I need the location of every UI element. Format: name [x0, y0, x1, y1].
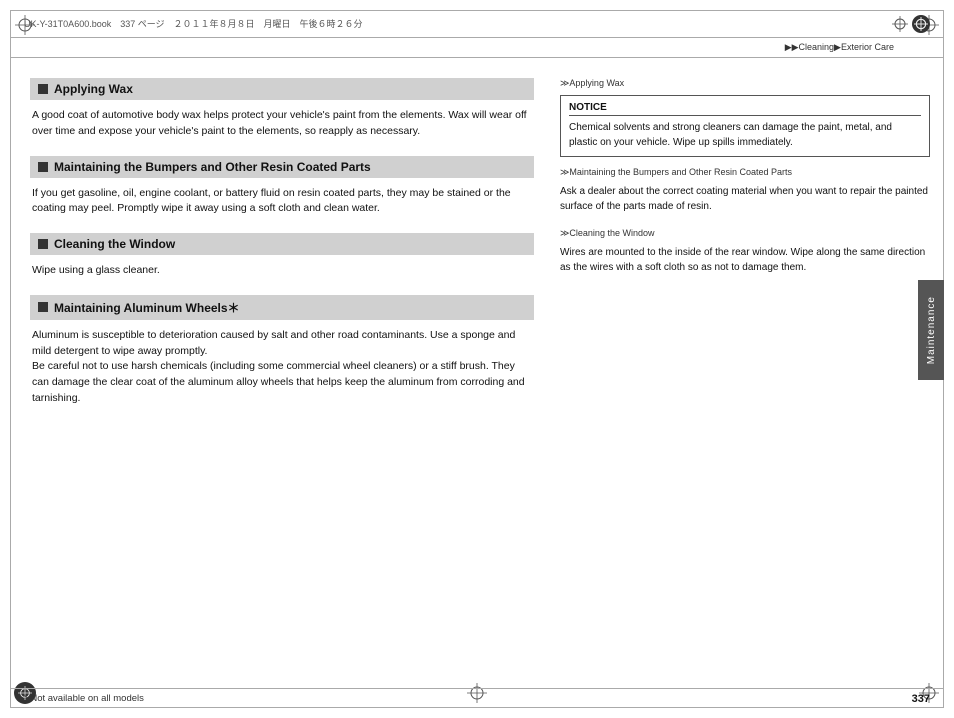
right-cleaning-window-body: Wires are mounted to the inside of the r…	[560, 245, 930, 275]
section-icon	[38, 162, 48, 172]
main-content: Applying Wax A good coat of automotive b…	[10, 58, 944, 688]
notice-box: NOTICE Chemical solvents and strong clea…	[560, 95, 930, 157]
right-maintaining-bumpers-label: ≫Maintaining the Bumpers and Other Resin…	[560, 167, 930, 178]
top-header: UK-Y-31T0A600.book 337 ページ ２０１１年８月８日 月曜日…	[10, 10, 944, 38]
maintaining-aluminum-header: Maintaining Aluminum Wheels＊	[30, 295, 534, 320]
notice-title: NOTICE	[569, 102, 921, 116]
side-tab-label: Maintenance	[926, 296, 937, 364]
section-icon	[38, 302, 48, 312]
section-icon	[38, 84, 48, 94]
applying-wax-header: Applying Wax	[30, 78, 534, 100]
right-maintaining-bumpers-body: Ask a dealer about the correct coating m…	[560, 184, 930, 214]
section-icon	[38, 239, 48, 249]
breadcrumb: ▶▶Cleaning▶Exterior Care	[10, 38, 944, 58]
side-tab-maintenance: Maintenance	[918, 280, 944, 380]
right-applying-wax-label: ≫Applying Wax	[560, 78, 930, 89]
page-number: 337	[912, 693, 930, 705]
right-cleaning-window-label: ≫Cleaning the Window	[560, 228, 930, 239]
file-info: UK-Y-31T0A600.book 337 ページ ２０１１年８月８日 月曜日…	[24, 17, 363, 30]
cleaning-window-title: Cleaning the Window	[54, 237, 175, 251]
notice-body: Chemical solvents and strong cleaners ca…	[569, 120, 921, 150]
maintaining-bumpers-header: Maintaining the Bumpers and Other Resin …	[30, 156, 534, 178]
maintaining-bumpers-title: Maintaining the Bumpers and Other Resin …	[54, 160, 371, 174]
right-column: ≫Applying Wax NOTICE Chemical solvents a…	[550, 58, 944, 688]
header-right-decor	[892, 15, 930, 33]
applying-wax-body: A good coat of automotive body wax helps…	[30, 108, 534, 140]
maintaining-bumpers-body: If you get gasoline, oil, engine coolant…	[30, 186, 534, 218]
maintaining-aluminum-body: Aluminum is susceptible to deterioration…	[30, 328, 534, 407]
footer: * Not available on all models 337	[10, 688, 944, 708]
applying-wax-title: Applying Wax	[54, 82, 133, 96]
footer-note: * Not available on all models	[24, 693, 144, 704]
cleaning-window-body: Wipe using a glass cleaner.	[30, 263, 534, 279]
maintaining-aluminum-title: Maintaining Aluminum Wheels＊	[54, 299, 240, 316]
cleaning-window-header: Cleaning the Window	[30, 233, 534, 255]
breadcrumb-text: ▶▶Cleaning▶Exterior Care	[785, 42, 894, 53]
left-column: Applying Wax A good coat of automotive b…	[10, 58, 550, 688]
